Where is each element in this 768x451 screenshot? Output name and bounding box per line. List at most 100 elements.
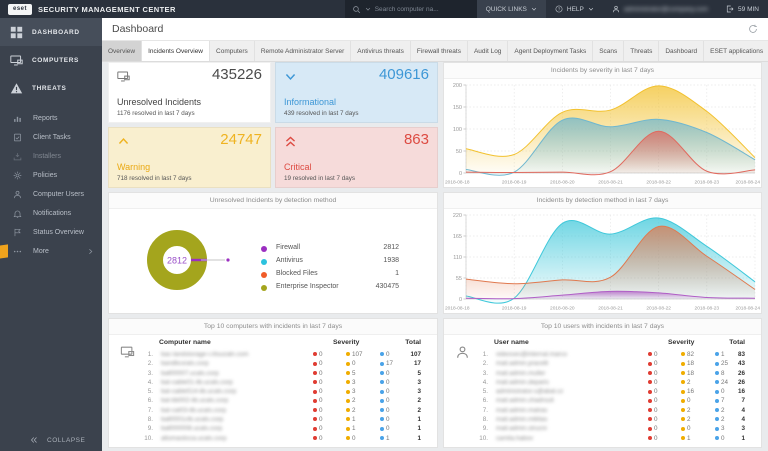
- table-row[interactable]: 3. ball00007.ucals.corp 0 5 0 5: [109, 369, 437, 378]
- table-row[interactable]: 9. ball000008.ucals.corp 0 1 0 1: [109, 424, 437, 433]
- table-row[interactable]: 8. ball0001clb.ucals.corp 0 1 0 1: [109, 415, 437, 424]
- table-row[interactable]: 2. mail.admin.pracelli 0 18 25 43: [444, 359, 761, 368]
- table-row[interactable]: 1. bac-landstorage-i.ritsuzaln.com 0 107 0 10…: [109, 350, 437, 359]
- collapse-button[interactable]: COLLAPSE: [30, 436, 85, 444]
- table-row[interactable]: 9. mail.admin.strucni 0 0 3 3: [444, 424, 761, 433]
- column-header-name: User name: [494, 339, 529, 346]
- row-name: mail.admin.deparis: [496, 378, 549, 386]
- card-critical[interactable]: 863 Critical 19 resolved in last 7 days: [275, 127, 438, 188]
- panel-title: Incidents by severity in last 7 days: [444, 63, 761, 79]
- row-total: 107: [410, 351, 421, 358]
- table-row[interactable]: 7. mail.admin.matras 0 2 2 4: [444, 406, 761, 415]
- user-menu[interactable]: administrator@company.com: [603, 0, 717, 18]
- legend-item-firewall: Firewall 2812: [257, 243, 437, 255]
- sidebar-item-reports[interactable]: Reports: [0, 109, 102, 128]
- table-row[interactable]: 8. mail.admin.miklias 0 2 2 4: [444, 415, 761, 424]
- row-name: mail.admin.muller: [496, 369, 546, 377]
- row-name: bat-cable01-iib.ucals.corp: [161, 378, 233, 386]
- table-row[interactable]: 4. bat-cable01-iib.ucals.corp 0 3 0 3: [109, 378, 437, 387]
- row-rank: 4.: [147, 378, 153, 386]
- table-row[interactable]: 6. bat-bb002-iib.ucals.corp 0 2 0 2: [109, 396, 437, 405]
- warning-icon: [10, 82, 23, 95]
- severity-count: 0: [648, 369, 658, 378]
- severity-count: 0: [313, 396, 323, 405]
- panel-incidents-by-severity: Incidents by severity in last 7 days 0 50…: [443, 62, 762, 188]
- column-header-name: Computer name: [159, 339, 211, 346]
- sidebar-item-more[interactable]: More: [0, 242, 102, 261]
- severity-count: 0: [346, 434, 356, 443]
- severity-count: 1: [346, 415, 356, 424]
- severity-count: 0: [648, 424, 658, 433]
- search-box[interactable]: Search computer na...: [344, 0, 477, 18]
- tab-audit-log[interactable]: Audit Log: [467, 41, 509, 61]
- tab-threats[interactable]: Threats: [624, 41, 660, 61]
- table-row[interactable]: 10. camila.habov 0 1 0 1: [444, 434, 761, 443]
- sidebar-item-policies[interactable]: Policies: [0, 166, 102, 185]
- table-row[interactable]: 10. altomasticca.ucals.corp 0 0 1 1: [109, 434, 437, 443]
- tab-remote-administrator-server[interactable]: Remote Administrator Server: [254, 41, 352, 61]
- row-name: bat-cable514-iib.ucals.corp: [161, 388, 237, 396]
- search-input[interactable]: Search computer na...: [375, 6, 439, 13]
- sidebar-item-status-overview[interactable]: Status Overview: [0, 223, 102, 242]
- session-timeout[interactable]: 59 MIN: [717, 0, 768, 18]
- tab-dashboard[interactable]: Dashboard: [659, 41, 705, 61]
- sidebar-item-label: Client Tasks: [33, 134, 71, 141]
- table-row[interactable]: 4. mail.admin.deparis 0 2 24 26: [444, 378, 761, 387]
- row-rank: 1.: [482, 351, 488, 358]
- row-rank: 2.: [482, 360, 488, 368]
- panel-title: Incidents by detection method in last 7 …: [444, 193, 761, 209]
- sidebar-item-client-tasks[interactable]: Client Tasks: [0, 128, 102, 147]
- tab-incidents-overview[interactable]: Incidents Overview: [142, 41, 211, 61]
- user-icon: [612, 5, 620, 13]
- dashboard-tabs: Overview Incidents Overview Computers Remot…: [102, 41, 768, 62]
- row-name: bac-landstorage-i.ritsuzaln.com: [161, 351, 249, 358]
- refresh-icon[interactable]: [748, 24, 758, 34]
- sidebar-item-computers[interactable]: COMPUTERS: [0, 46, 102, 74]
- chevron-down-icon: [588, 6, 594, 12]
- sidebar-item-computer-users[interactable]: Computer Users: [0, 185, 102, 204]
- sidebar-item-threats[interactable]: THREATS: [0, 74, 102, 102]
- card-warning[interactable]: 24747 Warning 718 resolved in last 7 days: [108, 127, 271, 188]
- more-icon: [13, 247, 22, 256]
- severity-count: 0: [313, 369, 323, 378]
- card-unresolved-incidents[interactable]: 435226 Unresolved Incidents 1176 resolved …: [108, 62, 271, 123]
- sidebar-item-installers[interactable]: Installers: [0, 147, 102, 166]
- sidebar-item-dashboard[interactable]: DASHBOARD: [0, 18, 102, 46]
- monitor-icon: [10, 54, 23, 67]
- column-header-total: Total: [729, 339, 745, 346]
- svg-text:220: 220: [453, 213, 462, 219]
- table-row[interactable]: 5. bat-cable514-iib.ucals.corp 0 3 0 3: [109, 387, 437, 396]
- row-total: 26: [737, 378, 745, 386]
- legend-dot: [261, 285, 267, 291]
- tab-firewall-threats[interactable]: Firewall threats: [410, 41, 468, 61]
- tab-antivirus-threats[interactable]: Antivirus threats: [351, 41, 411, 61]
- tab-agent-deployment-tasks[interactable]: Agent Deployment Tasks: [508, 41, 594, 61]
- table-row[interactable]: 2. bandlicorals.corp 0 0 17 17: [109, 359, 437, 368]
- table-row[interactable]: 6. mail.admin.chadrouli 0 0 7 7: [444, 396, 761, 405]
- table-row[interactable]: 7. bat-cat03-iib.ucals.corp 0 2 0 2: [109, 406, 437, 415]
- table-row[interactable]: 1. videosec@internal.marco 0 82 1 83: [444, 350, 761, 359]
- search-scope-chevron-icon[interactable]: [365, 6, 371, 12]
- quick-links-menu[interactable]: QUICK LINKS: [476, 0, 546, 18]
- row-name: mail.admin.chadrouli: [496, 397, 554, 405]
- row-name: camila.habov: [496, 434, 534, 442]
- tab-computers[interactable]: Computers: [210, 41, 255, 61]
- panel-incidents-by-detection: Incidents by detection method in last 7 …: [443, 192, 762, 314]
- sidebar-item-label: DASHBOARD: [32, 28, 80, 36]
- card-title: Informational: [284, 97, 337, 107]
- severity-count: 2: [681, 378, 691, 387]
- table-row[interactable]: 5. administrator.s@abal.cz 0 16 0 16: [444, 387, 761, 396]
- severity-count: 107: [346, 350, 363, 359]
- tab-eset-applications[interactable]: ESET applications: [704, 41, 768, 61]
- help-menu[interactable]: ? HELP: [546, 0, 603, 18]
- panel-top-computers: Top 10 computers with incidents in last …: [108, 318, 438, 448]
- sidebar-item-notifications[interactable]: Notifications: [0, 204, 102, 223]
- panel-unresolved-by-detection: Unresolved Incidents by detection method…: [108, 192, 438, 314]
- tab-scans[interactable]: Scans: [593, 41, 625, 61]
- row-total: 1: [417, 434, 421, 442]
- table-row[interactable]: 3. mail.admin.muller 0 18 8 26: [444, 369, 761, 378]
- card-informational[interactable]: 409616 Informational 439 resolved in last …: [275, 62, 438, 123]
- sidebar-item-label: Policies: [33, 172, 58, 179]
- tab-overview[interactable]: Overview: [102, 41, 143, 61]
- legend-label: Firewall: [276, 244, 301, 251]
